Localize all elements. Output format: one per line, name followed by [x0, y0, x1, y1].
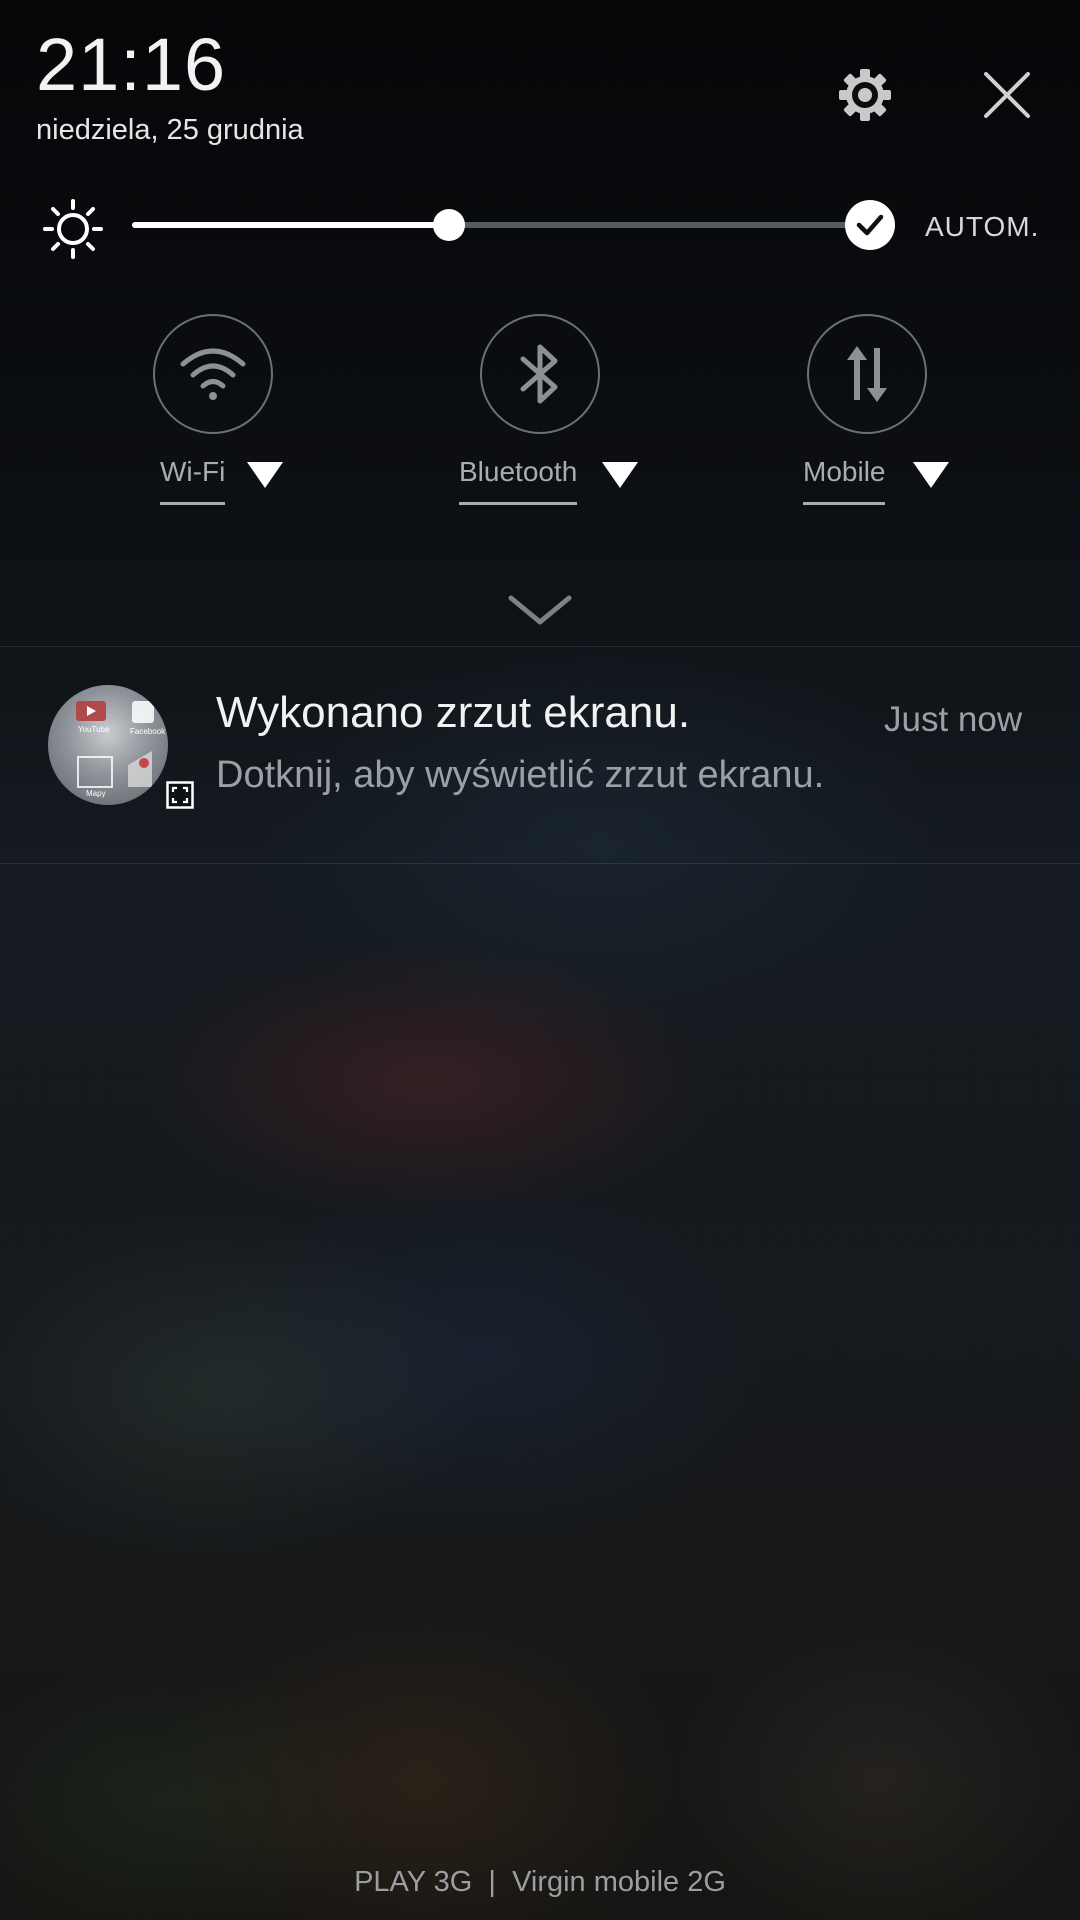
wifi-icon	[180, 348, 246, 400]
brightness-slider-fill	[132, 222, 450, 228]
toggle-bluetooth[interactable]: Bluetooth	[459, 314, 780, 534]
check-icon	[856, 214, 884, 236]
divider	[0, 863, 1080, 864]
thumb-label-facebook: Facebook	[130, 727, 166, 736]
bluetooth-toggle-button[interactable]	[480, 314, 600, 434]
close-icon	[984, 72, 1030, 118]
settings-button[interactable]	[830, 60, 900, 130]
notification-title: Wykonano zrzut ekranu.	[216, 688, 691, 737]
bluetooth-label: Bluetooth	[459, 456, 578, 505]
wifi-label: Wi-Fi	[160, 456, 226, 505]
thumbnail-image	[76, 701, 154, 788]
clock: 21:16	[36, 23, 227, 106]
expand-button[interactable]	[505, 585, 575, 635]
chevron-down-icon	[508, 595, 572, 625]
wifi-toggle-button[interactable]	[153, 314, 273, 434]
bluetooth-icon	[520, 344, 558, 404]
date: niedziela, 25 grudnia	[36, 114, 304, 146]
screenshot-app-icon	[166, 781, 194, 809]
close-button[interactable]	[972, 60, 1042, 130]
auto-brightness-label: AUTOM.	[925, 211, 1040, 242]
mobile-dropdown-caret[interactable]	[913, 462, 949, 488]
brightness-slider[interactable]	[132, 209, 870, 241]
brightness-sun-icon	[42, 198, 104, 260]
bluetooth-dropdown-caret[interactable]	[602, 462, 638, 488]
toggle-wifi[interactable]: Wi-Fi	[153, 314, 453, 534]
mobile-data-toggle-button[interactable]	[807, 314, 927, 434]
thumb-label-mapy: Mapy	[86, 789, 106, 798]
screenshot-thumbnail: YouTube Facebook Mapy	[48, 685, 168, 805]
notification-body: Dotknij, aby wyświetlić zrzut ekranu.	[216, 754, 825, 796]
notification-time: Just now	[884, 700, 1023, 739]
wifi-dropdown-caret[interactable]	[247, 462, 283, 488]
auto-brightness-checkbox[interactable]	[845, 200, 895, 250]
sun-icon	[43, 199, 103, 259]
carrier-label: PLAY 3G | Virgin mobile 2G	[354, 1866, 726, 1898]
brightness-slider-thumb[interactable]	[433, 209, 466, 241]
mobile-label: Mobile	[803, 456, 886, 505]
toggle-mobile[interactable]: Mobile	[803, 314, 1080, 534]
thumb-label-youtube: YouTube	[78, 725, 110, 734]
gear-icon	[839, 69, 891, 121]
mobile-data-icon	[847, 346, 887, 402]
screenshot-icon	[166, 781, 194, 809]
